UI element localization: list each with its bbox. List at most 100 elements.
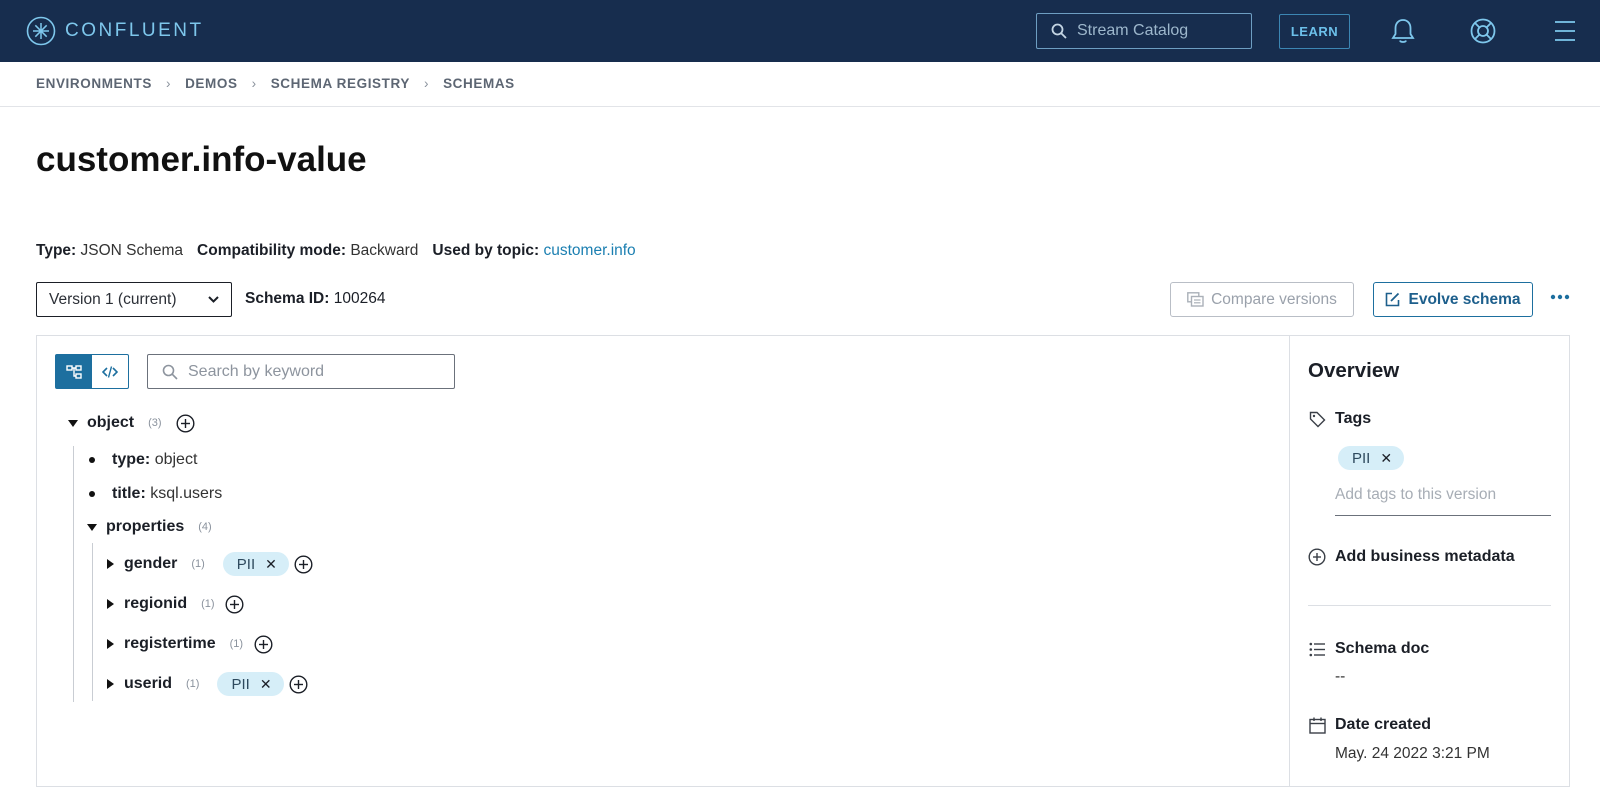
schema-doc-heading: Schema doc: [1308, 640, 1429, 658]
hamburger-menu-icon: [1555, 21, 1575, 41]
main-menu-button[interactable]: [1549, 15, 1581, 47]
tree-node-properties[interactable]: properties (4): [87, 515, 212, 539]
list-icon: [1308, 640, 1326, 658]
chevron-right-icon: ›: [251, 76, 257, 91]
tree-field-gender[interactable]: gender (1) PII ✕: [107, 552, 314, 576]
tags-heading: Tags: [1308, 410, 1371, 428]
type-label: Type:: [36, 242, 77, 259]
field-key: regionid: [124, 595, 188, 612]
remove-tag-icon[interactable]: ✕: [265, 556, 277, 573]
compatibility-label: Compatibility mode:: [197, 242, 347, 259]
add-business-metadata-label: Add business metadata: [1335, 548, 1515, 565]
version-select[interactable]: Version 1 (current): [36, 282, 232, 317]
attr-key: type:: [112, 451, 151, 468]
more-horizontal-icon: [1550, 294, 1570, 300]
attr-key: title:: [112, 485, 146, 502]
tree-view-icon: [66, 364, 82, 379]
breadcrumb-environments[interactable]: ENVIRONMENTS: [36, 76, 152, 91]
field-count: (1): [191, 558, 205, 570]
edit-icon: [1386, 292, 1400, 307]
add-circle-icon[interactable]: [289, 674, 309, 694]
add-circle-icon[interactable]: [294, 554, 314, 574]
learn-button[interactable]: LEARN: [1279, 14, 1350, 49]
search-icon: [162, 364, 178, 380]
version-select-value: Version 1 (current): [49, 290, 177, 308]
bullet: [89, 491, 95, 497]
pii-tag: PII ✕: [222, 552, 289, 576]
compare-versions-button[interactable]: Compare versions: [1170, 282, 1354, 317]
tag-label: PII: [231, 675, 250, 693]
bullet: [89, 457, 95, 463]
breadcrumb-demos[interactable]: DEMOS: [185, 76, 238, 91]
breadcrumb: ENVIRONMENTS › DEMOS › SCHEMA REGISTRY ›…: [36, 76, 515, 91]
schema-doc-value: --: [1335, 668, 1346, 685]
tag-label: PII: [236, 555, 256, 573]
tree-view-button[interactable]: [56, 355, 92, 388]
topic-label: Used by topic:: [432, 242, 540, 259]
more-options-button[interactable]: [1548, 282, 1572, 312]
breadcrumb-schema-registry[interactable]: SCHEMA REGISTRY: [271, 76, 410, 91]
add-business-metadata-button[interactable]: Add business metadata: [1308, 548, 1515, 566]
evolve-schema-label: Evolve schema: [1408, 290, 1521, 308]
add-circle-icon: [1308, 548, 1326, 566]
caret-right-icon[interactable]: [107, 639, 114, 649]
breadcrumb-schemas[interactable]: SCHEMAS: [443, 76, 515, 91]
caret-down-icon[interactable]: [68, 419, 78, 427]
divider: [0, 106, 1600, 107]
tree-field-userid[interactable]: userid (1) PII ✕: [107, 672, 309, 696]
caret-right-icon[interactable]: [107, 679, 114, 689]
tree-node-object[interactable]: object (3): [68, 411, 196, 435]
panel-divider: [1289, 335, 1290, 787]
confluent-logo-icon: [26, 16, 56, 46]
type-value: JSON Schema: [80, 242, 184, 259]
page-title: customer.info-value: [36, 140, 367, 179]
tree-field-registertime[interactable]: registertime (1): [107, 632, 273, 656]
tags-label: Tags: [1335, 410, 1372, 427]
schema-id: Schema ID: 100264: [245, 290, 385, 308]
field-key: gender: [124, 555, 178, 572]
add-circle-icon[interactable]: [253, 634, 273, 654]
field-key: registertime: [124, 635, 216, 652]
attr-value: ksql.users: [150, 485, 223, 502]
field-count: (1): [201, 598, 215, 610]
tree-attr-title: title: ksql.users: [89, 482, 222, 506]
top-nav: CONFLUENT Stream Catalog LEARN: [0, 0, 1600, 62]
search-icon: [1051, 23, 1067, 39]
schema-id-label: Schema ID:: [245, 290, 330, 307]
view-toggle: [55, 354, 129, 389]
tree-field-regionid[interactable]: regionid (1): [107, 592, 245, 616]
tag-icon: [1308, 410, 1326, 428]
stream-catalog-search[interactable]: Stream Catalog: [1036, 13, 1252, 49]
brand-name: CONFLUENT: [65, 20, 204, 41]
tree-guide-line: [73, 446, 74, 702]
node-key: object: [87, 414, 135, 431]
tree-guide-line: [92, 543, 93, 701]
code-view-button[interactable]: [92, 355, 128, 388]
evolve-schema-button[interactable]: Evolve schema: [1373, 282, 1533, 317]
bell-icon: [1391, 19, 1415, 43]
help-button[interactable]: [1467, 15, 1499, 47]
compatibility-value: Backward: [350, 242, 419, 259]
stream-catalog-placeholder: Stream Catalog: [1077, 22, 1189, 39]
caret-down-icon[interactable]: [87, 523, 97, 531]
add-circle-icon[interactable]: [225, 594, 245, 614]
node-count: (4): [198, 521, 212, 533]
chevron-right-icon: ›: [165, 76, 172, 91]
add-circle-icon[interactable]: [176, 413, 196, 433]
keyword-search-input[interactable]: Search by keyword: [147, 354, 455, 389]
confluent-logo[interactable]: CONFLUENT: [26, 16, 204, 46]
add-tags-input[interactable]: Add tags to this version: [1335, 486, 1551, 516]
caret-right-icon[interactable]: [107, 599, 114, 609]
node-count: (3): [148, 417, 162, 429]
calendar-icon: [1308, 716, 1326, 734]
code-icon: [102, 365, 118, 378]
chevron-down-icon: [208, 296, 219, 303]
topic-link[interactable]: customer.info: [544, 242, 636, 260]
compare-versions-label: Compare versions: [1211, 290, 1337, 308]
divider: [1308, 605, 1551, 606]
notifications-button[interactable]: [1387, 15, 1419, 47]
caret-right-icon[interactable]: [107, 559, 114, 569]
remove-tag-icon[interactable]: ✕: [260, 676, 272, 693]
remove-tag-icon[interactable]: ✕: [1380, 450, 1392, 467]
field-count: (1): [229, 638, 244, 650]
